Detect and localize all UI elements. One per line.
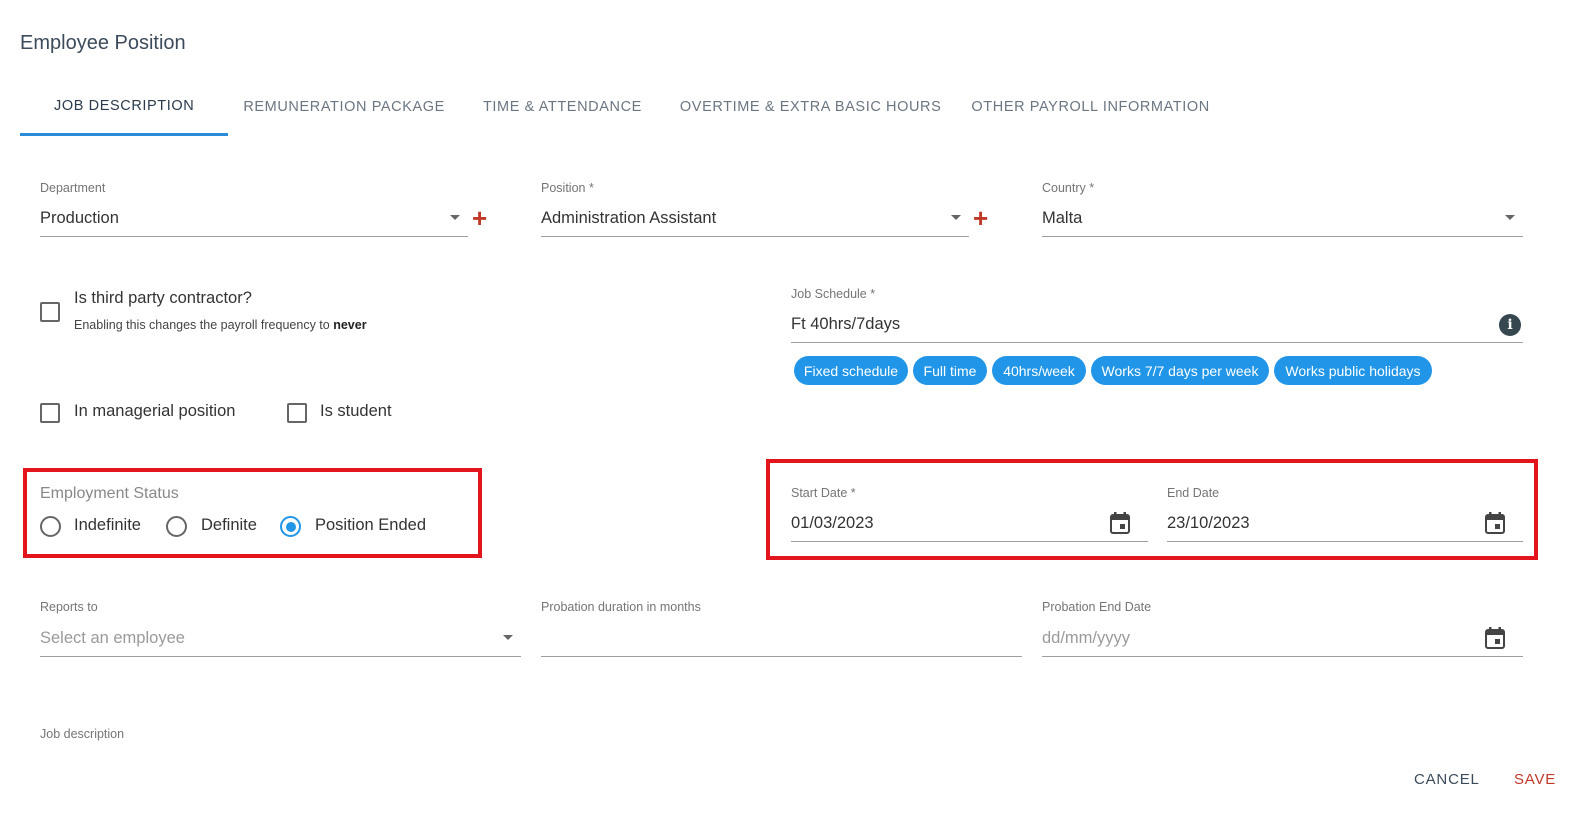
- radio-indefinite-label: Indefinite: [74, 516, 141, 534]
- probation-duration-label: Probation duration in months: [541, 600, 701, 614]
- managerial-checkbox[interactable]: [40, 403, 60, 423]
- schedule-tag: 40hrs/week: [992, 356, 1086, 385]
- radio-position-ended[interactable]: [280, 516, 301, 537]
- job-schedule-select[interactable]: Job Schedule * Ft 40hrs/7days: [791, 287, 1523, 343]
- schedule-tag: Works 7/7 days per week: [1091, 356, 1269, 385]
- country-select[interactable]: Country * Malta: [1042, 181, 1523, 237]
- end-date-underline: [1167, 541, 1523, 542]
- radio-definite[interactable]: [166, 516, 187, 537]
- end-date-label: End Date: [1167, 486, 1220, 500]
- third-party-help: Enabling this changes the payroll freque…: [74, 318, 367, 332]
- chevron-down-icon: [1505, 215, 1515, 220]
- department-underline: [40, 236, 468, 237]
- job-schedule-underline: [791, 342, 1523, 343]
- schedule-tag: Fixed schedule: [794, 356, 908, 385]
- employment-status-highlight: [23, 468, 482, 558]
- info-icon[interactable]: i: [1499, 314, 1521, 336]
- chevron-down-icon: [951, 215, 961, 220]
- schedule-tag: Full time: [913, 356, 987, 385]
- radio-position-ended-label: Position Ended: [315, 516, 426, 534]
- tab-other-payroll[interactable]: OTHER PAYROLL INFORMATION: [956, 78, 1224, 136]
- country-underline: [1042, 236, 1523, 237]
- country-value: Malta: [1042, 209, 1083, 227]
- employment-status-label: Employment Status: [40, 485, 179, 502]
- position-value: Administration Assistant: [541, 209, 717, 227]
- schedule-tag: Works public holidays: [1274, 356, 1432, 385]
- probation-end-date-underline: [1042, 656, 1523, 657]
- position-label: Position *: [541, 181, 594, 195]
- job-schedule-label: Job Schedule *: [791, 287, 876, 301]
- position-underline: [541, 236, 969, 237]
- job-description-label: Job description: [40, 727, 125, 741]
- cancel-button[interactable]: CANCEL: [1414, 771, 1480, 788]
- radio-definite-label: Definite: [201, 516, 257, 534]
- calendar-icon[interactable]: [1485, 627, 1505, 649]
- reports-to-placeholder: Select an employee: [40, 629, 185, 647]
- end-date-value: 23/10/2023: [1167, 514, 1250, 532]
- managerial-label: In managerial position: [74, 402, 236, 420]
- probation-end-date-placeholder: dd/mm/yyyy: [1042, 629, 1131, 647]
- job-schedule-value: Ft 40hrs/7days: [791, 315, 901, 333]
- country-label: Country *: [1042, 181, 1095, 195]
- tab-remuneration-package[interactable]: REMUNERATION PACKAGE: [228, 78, 460, 136]
- start-date-field[interactable]: Start Date * 01/03/2023: [791, 486, 1148, 542]
- page-title: Employee Position: [20, 32, 186, 54]
- start-date-label: Start Date *: [791, 486, 856, 500]
- add-department-plus-icon[interactable]: +: [472, 205, 487, 231]
- chevron-down-icon: [503, 635, 513, 640]
- reports-to-select[interactable]: Reports to Select an employee: [40, 600, 521, 657]
- add-position-plus-icon[interactable]: +: [973, 205, 988, 231]
- position-select[interactable]: Position * Administration Assistant: [541, 181, 969, 237]
- department-select[interactable]: Department Production: [40, 181, 468, 237]
- student-label: Is student: [320, 402, 392, 420]
- reports-to-label: Reports to: [40, 600, 98, 614]
- probation-end-date-label: Probation End Date: [1042, 600, 1152, 614]
- department-value: Production: [40, 209, 119, 227]
- end-date-field[interactable]: End Date 23/10/2023: [1167, 486, 1523, 542]
- third-party-help-bold: never: [333, 318, 367, 332]
- start-date-underline: [791, 541, 1148, 542]
- third-party-label: Is third party contractor?: [74, 289, 252, 307]
- calendar-icon[interactable]: [1110, 512, 1130, 534]
- tab-job-description[interactable]: JOB DESCRIPTION: [20, 78, 229, 136]
- chevron-down-icon: [450, 215, 460, 220]
- radio-indefinite[interactable]: [40, 516, 61, 537]
- reports-to-underline: [40, 656, 521, 657]
- probation-duration-underline: [541, 656, 1022, 657]
- probation-end-date-field[interactable]: Probation End Date dd/mm/yyyy: [1042, 600, 1523, 657]
- start-date-value: 01/03/2023: [791, 514, 874, 532]
- tab-bar: JOB DESCRIPTION REMUNERATION PACKAGE TIM…: [20, 78, 1225, 136]
- tab-time-attendance[interactable]: TIME & ATTENDANCE: [460, 78, 657, 136]
- tab-overtime[interactable]: OVERTIME & EXTRA BASIC HOURS: [657, 78, 956, 136]
- calendar-icon[interactable]: [1485, 512, 1505, 534]
- probation-duration-input[interactable]: Probation duration in months: [541, 600, 1022, 657]
- third-party-help-text: Enabling this changes the payroll freque…: [74, 318, 330, 332]
- department-label: Department: [40, 181, 106, 195]
- save-button[interactable]: SAVE: [1514, 771, 1556, 788]
- third-party-checkbox[interactable]: [40, 302, 60, 322]
- student-checkbox[interactable]: [287, 403, 307, 423]
